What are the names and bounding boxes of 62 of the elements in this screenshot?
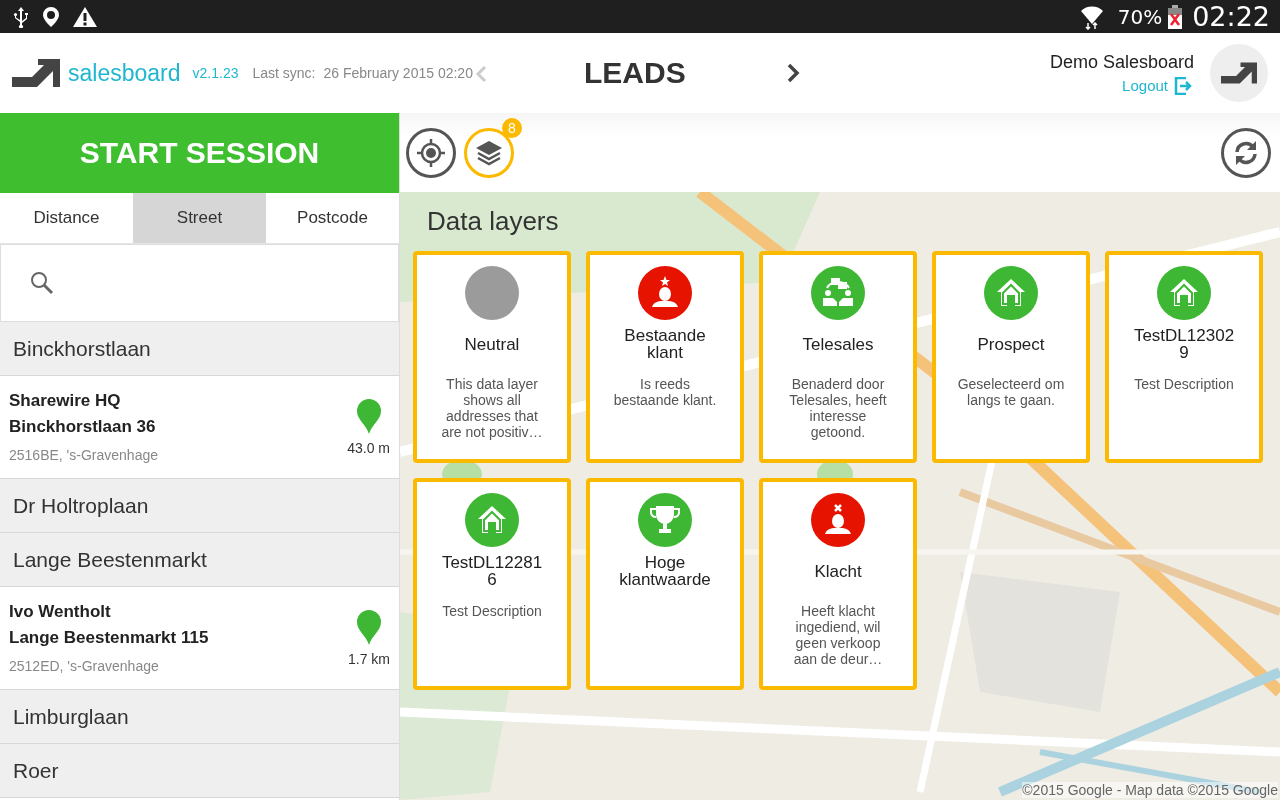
logo-icon [12,59,60,87]
street-header[interactable]: Binckhorstlaan [0,322,399,376]
layer-description: This data layer shows all addresses that are not positiv… [440,376,544,440]
street-header[interactable]: Lange Beestenmarkt [0,533,399,587]
clock: 02:22 [1192,1,1270,32]
layer-description: Geselecteerd om langs te gaan. [956,376,1066,408]
battery-icon [1168,4,1183,29]
refresh-button[interactable] [1221,127,1271,178]
user-name: Demo Salesboard [1049,51,1194,73]
layer-description: Benaderd door Telesales, heeft interesse getoond. [788,376,888,440]
layer-title: Bestaande klant [623,325,707,364]
layer-description: Heeft klacht ingediend, wil geen verkoop aan de deur… [792,603,884,667]
layer-title: TestDL123029 [1132,325,1236,364]
layer-title: Hoge klantwaarde [618,552,712,591]
lead-distance: 43.0 m [347,440,390,456]
warning-icon [72,5,98,28]
lead-city: 2512ED, 's-Gravenhage [9,658,160,674]
lead-distance: 1.7 km [348,651,390,667]
brand-name: salesboard [68,59,181,87]
layer-description: Test Description [442,603,542,619]
street-header[interactable]: Roer [0,744,399,798]
locate-button[interactable] [406,127,456,178]
page-title: LEADS [584,56,686,90]
data-layer-card[interactable]: Hoge klantwaarde [586,478,744,690]
panel-title: Data layers [427,206,560,237]
data-layer-card[interactable]: Neutral This data layer shows all addresses that are not positiv… [413,251,571,463]
version-label: v2.1.23 [192,65,239,81]
battery-percent: 70% [1117,4,1163,29]
map-pin-icon [356,609,382,645]
street-header[interactable]: Limburglaan [0,690,399,744]
usb-icon [12,5,30,28]
lead-city: 2516BE, 's-Gravenhage [9,447,158,463]
layer-title: TestDL122816 [440,552,544,591]
layers-icon [474,138,504,167]
layer-description: Test Description [1134,376,1234,392]
search-icon [29,270,55,296]
location-pin-icon [42,5,60,28]
data-layer-card[interactable]: Bestaande klant Is reeds bestaande klant. [586,251,744,463]
data-layer-card[interactable]: Telesales Benaderd door Telesales, heeft interesse getoond. [759,251,917,463]
lead-address: Lange Beestenmarkt 115 [9,628,209,648]
map-attribution: ©2015 Google - Map data ©2015 Google [1022,782,1278,798]
data-layer-card[interactable]: Klacht Heeft klacht ingediend, wil geen verkoop aan de deur… [759,478,917,690]
data-layer-card[interactable]: Prospect Geselecteerd om langs te gaan. [932,251,1090,463]
data-layer-card[interactable]: TestDL122816 Test Description [413,478,571,690]
map-pin-icon [355,398,382,434]
search-field[interactable] [0,244,399,322]
crosshair-icon [416,137,446,168]
layer-title: Prospect [977,333,1045,356]
layer-description: Is reeds bestaande klant. [612,376,718,408]
data-layer-card[interactable]: TestDL123029 Test Description [1105,251,1263,463]
lead-name: Ivo Wentholt [9,602,112,622]
layers-count-badge: 8 [502,117,522,138]
lead-address: Binckhorstlaan 36 [9,417,157,437]
logout-icon [1174,76,1194,95]
layer-title: Telesales [802,333,874,356]
street-header[interactable]: Dr Holtroplaan [0,479,399,533]
lead-name: Sharewire HQ [9,391,122,411]
sync-time: 26 February 2015 02:20 [323,65,473,81]
sort-tab[interactable]: Street [133,193,266,243]
sync-label: Last sync: [252,65,316,81]
layer-title: Klacht [814,560,862,583]
layer-title: Neutral [464,333,520,356]
